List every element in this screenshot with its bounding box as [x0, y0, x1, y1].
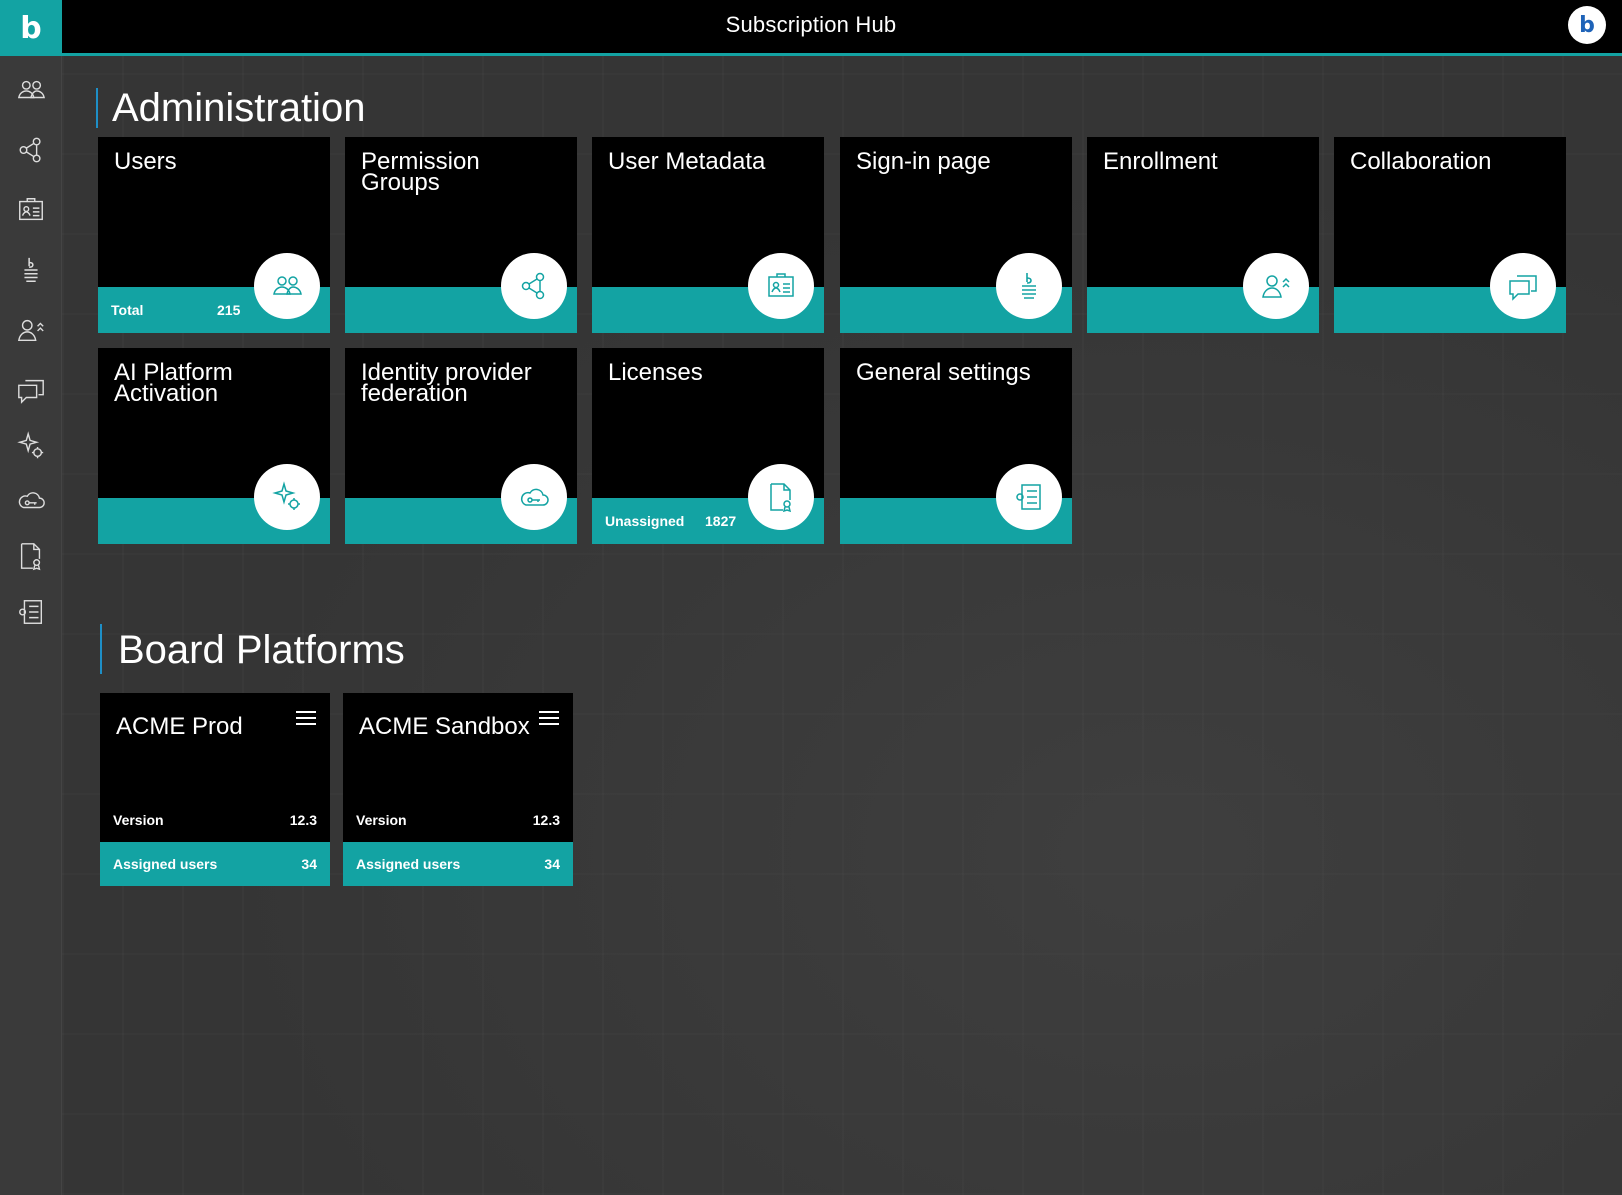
user-enroll-icon: [1262, 275, 1290, 298]
users-icon: [17, 80, 45, 99]
platform-name: ACME Sandbox: [359, 713, 530, 740]
cloud-key-icon: [520, 488, 549, 506]
version-value: 12.3: [289, 812, 317, 828]
settings-list-icon: [19, 600, 43, 624]
tile-enrollment[interactable]: Enrollment: [1087, 137, 1319, 333]
hamburger-menu-icon[interactable]: [539, 711, 559, 727]
hamburger-menu-icon[interactable]: [296, 711, 316, 727]
sidebar-item-ai-platform[interactable]: [13, 428, 49, 464]
tile-icon-circle: [1490, 253, 1556, 319]
sidebar-item-users[interactable]: [13, 72, 49, 108]
top-bar: b Subscription Hub b: [0, 0, 1622, 56]
chat-icon: [1509, 275, 1537, 301]
tile-icon-circle: [501, 253, 567, 319]
licenses-unassigned-value: 1827: [705, 513, 737, 529]
tile-title: AI Platform Activation: [114, 359, 233, 407]
tile-title: Collaboration: [1350, 148, 1492, 175]
users-total-value: 215: [217, 302, 241, 318]
id-card-icon: [19, 198, 43, 221]
assigned-users-value: 34: [544, 856, 560, 872]
users-total-label: Total: [111, 302, 144, 318]
version-label: Version: [356, 812, 407, 828]
user-enroll-icon: [17, 319, 44, 342]
sidebar-item-enrollment[interactable]: [13, 312, 49, 348]
tile-title: Enrollment: [1103, 148, 1218, 175]
platform-card-acme-prod[interactable]: ACME Prod Version 12.3 Assigned users 34: [100, 693, 330, 886]
tile-icon-circle: [501, 464, 567, 530]
ai-sparkle-icon: [17, 431, 44, 459]
license-icon: [20, 543, 41, 571]
version-label: Version: [113, 812, 164, 828]
user-avatar[interactable]: b: [1568, 6, 1606, 44]
cloud-key-icon: [18, 492, 45, 509]
sidebar-item-licenses[interactable]: [13, 538, 49, 574]
tile-title: General settings: [856, 359, 1031, 386]
tile-title: Permission Groups: [361, 148, 480, 196]
tile-icon-circle: [996, 464, 1062, 530]
tile-icon-circle: [996, 253, 1062, 319]
sidebar-item-user-metadata[interactable]: [13, 192, 49, 228]
tile-icon-circle: [1243, 253, 1309, 319]
sidebar-item-sign-in-page[interactable]: [13, 252, 49, 288]
ai-sparkle-icon: [272, 481, 300, 510]
tile-icon-circle: [254, 253, 320, 319]
avatar-glyph: b: [1579, 12, 1595, 38]
platform-card-acme-sandbox[interactable]: ACME Sandbox Version 12.3 Assigned users…: [343, 693, 573, 886]
sidebar: [0, 56, 62, 1195]
tile-identity-provider-federation[interactable]: Identity provider federation: [345, 348, 577, 544]
share-nodes-icon: [521, 272, 545, 300]
platform-users-row: Assigned users 34: [343, 842, 573, 886]
tile-sign-in-page[interactable]: Sign-in page: [840, 137, 1072, 333]
platform-version-row: Version 12.3: [343, 798, 573, 842]
tile-title: User Metadata: [608, 148, 766, 175]
tile-permission-groups[interactable]: Permission Groups: [345, 137, 577, 333]
tile-users[interactable]: Users Total 215: [98, 137, 330, 333]
version-value: 12.3: [532, 812, 560, 828]
sidebar-item-permission-groups[interactable]: [13, 132, 49, 168]
platform-name: ACME Prod: [116, 713, 243, 740]
tile-icon-circle: [748, 464, 814, 530]
license-icon: [770, 483, 792, 513]
tile-title: Licenses: [608, 359, 703, 386]
tile-title: Identity provider federation: [361, 359, 532, 407]
tile-title: Users: [114, 148, 177, 175]
platform-version-row: Version 12.3: [100, 798, 330, 842]
tile-icon-circle: [748, 253, 814, 319]
settings-list-icon: [1016, 484, 1041, 510]
app-title: Subscription Hub: [725, 12, 897, 37]
sidebar-item-collaboration[interactable]: [13, 372, 49, 408]
licenses-unassigned-label: Unassigned: [605, 513, 685, 529]
sign-in-icon: [24, 257, 38, 282]
assigned-users-label: Assigned users: [113, 856, 218, 872]
users-icon: [273, 276, 302, 295]
administration-heading: Administration: [96, 88, 365, 128]
sign-in-icon: [1022, 273, 1036, 299]
platform-users-row: Assigned users 34: [100, 842, 330, 886]
sidebar-item-general-settings[interactable]: [13, 594, 49, 630]
assigned-users-value: 34: [301, 856, 317, 872]
sidebar-item-identity-provider[interactable]: [13, 482, 49, 518]
tile-collaboration[interactable]: Collaboration: [1334, 137, 1566, 333]
tile-general-settings[interactable]: General settings: [840, 348, 1072, 544]
assigned-users-label: Assigned users: [356, 856, 461, 872]
tile-licenses[interactable]: Licenses Unassigned 1827: [592, 348, 824, 544]
tile-user-metadata[interactable]: User Metadata: [592, 137, 824, 333]
share-nodes-icon: [19, 137, 41, 163]
tile-title: Sign-in page: [856, 148, 991, 175]
board-platforms-heading: Board Platforms: [100, 624, 405, 674]
chat-icon: [18, 379, 44, 404]
id-card-icon: [768, 273, 794, 297]
tile-ai-platform-activation[interactable]: AI Platform Activation: [98, 348, 330, 544]
tile-icon-circle: [254, 464, 320, 530]
